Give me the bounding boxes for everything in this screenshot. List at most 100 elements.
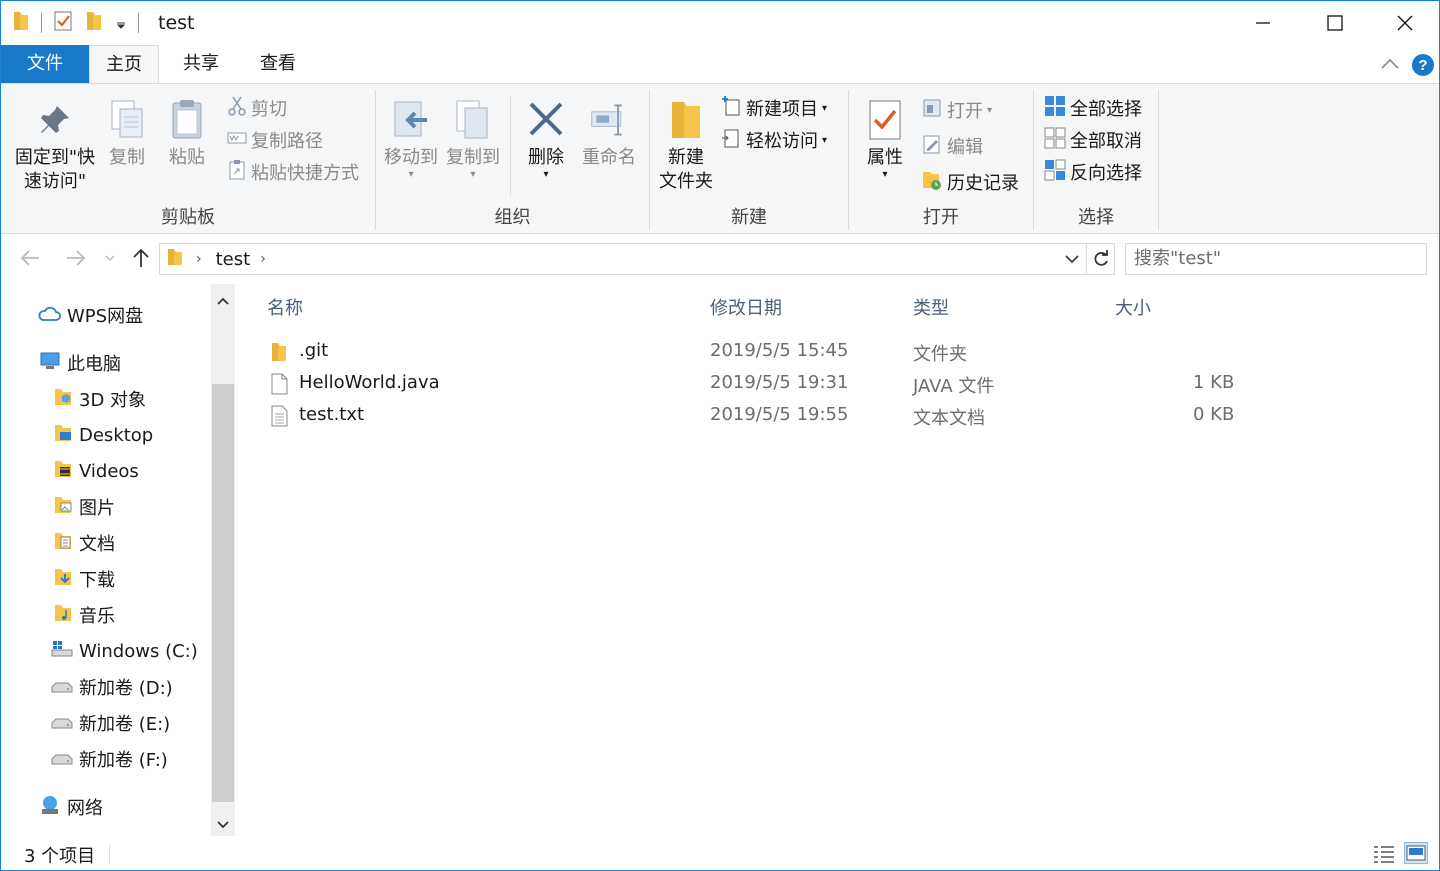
file-type: JAVA 文件 — [913, 376, 995, 397]
nav-item-drive-c[interactable]: Windows (C:) — [51, 636, 198, 666]
up-arrow-icon[interactable] — [131, 247, 151, 273]
pin-label-line2: 速访问" — [23, 171, 87, 192]
nav-scrollbar[interactable] — [211, 284, 235, 836]
breadcrumb-test[interactable]: test — [216, 249, 251, 270]
file-type: 文件夹 — [913, 344, 967, 365]
easy-access-icon — [720, 127, 742, 154]
nav-item-wps-cloud[interactable]: WPS网盘 — [37, 300, 143, 330]
file-row[interactable]: .git 2019/5/5 15:45 文件夹 — [235, 336, 1439, 368]
nav-item-3d-objects[interactable]: 3D 对象 — [53, 384, 146, 414]
new-folder-quick-icon[interactable] — [84, 10, 104, 36]
nav-item-drive-e[interactable]: 新加卷 (E:) — [51, 708, 170, 738]
pin-label-line1: 固定到"快 — [14, 147, 96, 168]
scroll-up-icon[interactable] — [216, 292, 230, 311]
nav-item-downloads[interactable]: 下载 — [53, 564, 115, 594]
document-icon — [269, 373, 289, 400]
invert-selection-label: 反向选择 — [1070, 163, 1142, 184]
customize-toolbar-icon[interactable] — [114, 10, 128, 36]
file-row[interactable]: test.txt 2019/5/5 19:55 文本文档 0 KB — [235, 400, 1439, 432]
cut-label: 剪切 — [251, 99, 287, 120]
group-inner-divider — [510, 96, 511, 196]
collapse-ribbon-icon[interactable] — [1379, 55, 1401, 77]
nav-item-desktop[interactable]: Desktop — [53, 420, 153, 450]
address-dropdown-icon[interactable] — [1064, 251, 1080, 271]
rename-button[interactable]: 重命名 — [578, 98, 640, 170]
history-button[interactable]: 历史记录 — [921, 168, 1019, 196]
select-all-icon — [1044, 95, 1066, 122]
nav-item-network[interactable]: 网络 — [39, 792, 103, 822]
paste-label: 粘贴 — [169, 147, 205, 168]
move-to-button[interactable]: 移动到 ▾ — [382, 98, 440, 180]
column-header-size[interactable]: 大小 — [1115, 294, 1151, 320]
copy-to-label: 复制到 — [446, 147, 500, 168]
nav-item-documents[interactable]: 文档 — [53, 528, 115, 558]
copy-to-button[interactable]: 复制到 ▾ — [444, 98, 502, 180]
toolbar-divider — [138, 13, 139, 33]
column-header-type[interactable]: 类型 — [913, 294, 949, 320]
tab-share[interactable]: 共享 — [167, 45, 235, 83]
nav-item-drive-d[interactable]: 新加卷 (D:) — [51, 672, 173, 702]
open-group: 属性 ▾ 打开 ▾ 编辑 历史记录 打开 — [849, 88, 1033, 231]
drive-icon — [51, 711, 73, 736]
nav-item-this-pc[interactable]: 此电脑 — [39, 348, 121, 378]
clipboard-icon — [167, 98, 207, 142]
pin-to-quick-access-button[interactable]: 固定到"快 速访问" — [9, 98, 101, 194]
new-folder-label-line2: 文件夹 — [659, 171, 713, 192]
edit-label: 编辑 — [947, 137, 983, 158]
breadcrumb-separator-icon[interactable]: › — [260, 251, 266, 267]
dropdown-arrow-icon: ▾ — [822, 134, 828, 146]
copy-path-button[interactable]: 复制路径 — [227, 126, 323, 154]
cut-button[interactable]: 剪切 — [227, 94, 287, 122]
status-divider — [109, 845, 110, 863]
paste-button[interactable]: 粘贴 — [161, 98, 213, 170]
nav-item-pictures[interactable]: 图片 — [53, 492, 115, 522]
title-bar: test — [1, 1, 1439, 45]
back-arrow-icon[interactable] — [19, 248, 41, 272]
select-all-button[interactable]: 全部选择 — [1044, 94, 1142, 122]
move-to-label: 移动到 — [384, 147, 438, 168]
easy-access-button[interactable]: 轻松访问 ▾ — [720, 126, 827, 154]
search-input[interactable]: 搜索"test" — [1125, 243, 1427, 275]
close-button[interactable] — [1369, 1, 1440, 45]
new-item-label: 新建项目 — [746, 99, 818, 120]
tab-file[interactable]: 文件 — [1, 45, 89, 83]
properties-label: 属性 — [867, 147, 903, 168]
maximize-button[interactable] — [1299, 1, 1371, 45]
help-icon[interactable]: ? — [1411, 53, 1435, 81]
refresh-icon[interactable] — [1086, 244, 1114, 274]
edit-button[interactable]: 编辑 — [921, 132, 983, 160]
select-none-button[interactable]: 全部取消 — [1044, 126, 1142, 154]
delete-button[interactable]: 删除 ▾ — [518, 98, 574, 180]
nav-item-drive-f[interactable]: 新加卷 (F:) — [51, 744, 168, 774]
scroll-down-icon[interactable] — [216, 816, 230, 835]
breadcrumb-separator-icon[interactable]: › — [196, 251, 202, 267]
minimize-button[interactable] — [1227, 1, 1299, 45]
nav-item-videos[interactable]: Videos — [53, 456, 139, 486]
new-item-button[interactable]: 新建项目 ▾ — [720, 94, 827, 122]
open-icon — [921, 97, 943, 124]
file-row[interactable]: HelloWorld.java 2019/5/5 19:31 JAVA 文件 1… — [235, 368, 1439, 400]
properties-button[interactable]: 属性 ▾ — [855, 98, 915, 180]
large-icons-view-icon[interactable] — [1404, 842, 1428, 864]
open-button[interactable]: 打开 ▾ — [921, 96, 992, 124]
details-view-icon[interactable] — [1373, 844, 1395, 869]
column-header-modified[interactable]: 修改日期 — [710, 294, 782, 320]
paste-shortcut-button[interactable]: 粘贴快捷方式 — [227, 158, 359, 186]
copy-button[interactable]: 复制 — [101, 98, 153, 170]
tab-view[interactable]: 查看 — [245, 45, 311, 83]
nav-item-music[interactable]: 音乐 — [53, 600, 115, 630]
invert-selection-button[interactable]: 反向选择 — [1044, 158, 1142, 186]
recent-locations-icon[interactable] — [103, 250, 117, 269]
properties-quick-icon[interactable] — [52, 10, 74, 36]
move-to-icon — [391, 98, 431, 142]
tab-home[interactable]: 主页 — [89, 45, 159, 84]
properties-icon — [865, 98, 905, 142]
forward-arrow-icon[interactable] — [65, 248, 87, 272]
select-group: 全部选择 全部取消 反向选择 选择 — [1034, 88, 1158, 231]
new-folder-button[interactable]: 新建 文件夹 — [654, 98, 718, 194]
address-bar[interactable]: › test › — [159, 243, 1115, 275]
nav-scrollbar-thumb[interactable] — [212, 384, 234, 802]
column-header-name[interactable]: 名称 — [267, 294, 303, 320]
file-name: test.txt — [299, 404, 365, 425]
computer-icon — [39, 351, 61, 376]
